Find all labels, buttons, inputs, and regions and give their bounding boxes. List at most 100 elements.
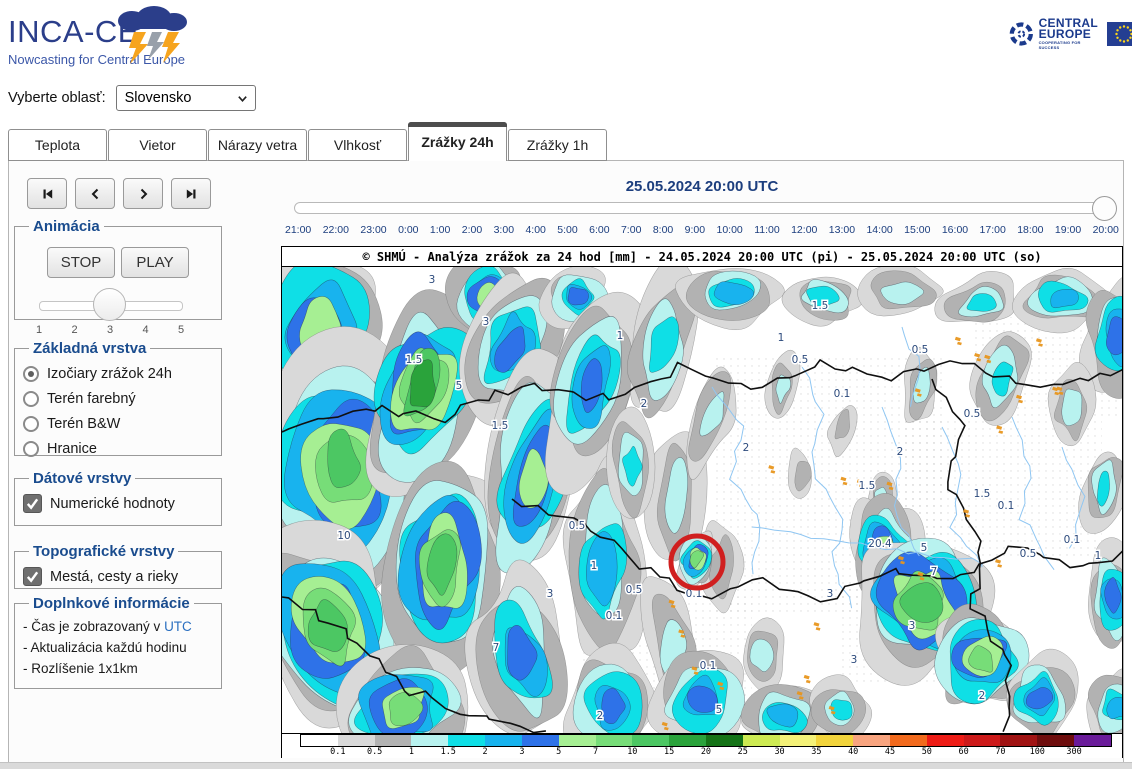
timeline-tick-8:00[interactable]: 8:00 — [653, 224, 673, 236]
scale-boundary-label: 15 — [664, 747, 674, 757]
stop-button[interactable]: STOP — [47, 247, 115, 278]
tab-6[interactable]: Zrážky 1h — [508, 129, 607, 161]
scale-cell-18: 60 — [927, 735, 964, 746]
timeline-tick-20:00[interactable]: 20:00 — [1093, 224, 1119, 236]
base-layer-option-label: Hranice — [47, 441, 97, 457]
speed-label-1: 1 — [36, 324, 42, 336]
map-value-label: 0.1 — [606, 610, 623, 622]
region-select[interactable]: Slovensko — [116, 85, 256, 111]
tab-2[interactable]: Vietor — [108, 129, 207, 161]
timeline-tick-21:00[interactable]: 21:00 — [285, 224, 311, 236]
tab-1[interactable]: Teplota — [8, 129, 107, 161]
timeline-tick-11:00[interactable]: 11:00 — [754, 224, 780, 236]
scale-cell-11: 20 — [669, 735, 706, 746]
map-value-label: 20.4 — [868, 538, 892, 550]
timeline-tick-22:00[interactable]: 22:00 — [323, 224, 349, 236]
partner-logos: CENTRALEUROPE COOPERATING FOR SUCCESS — [1008, 14, 1128, 54]
scale-boundary-label: 30 — [774, 747, 784, 757]
map-value-label: 2 — [897, 446, 904, 458]
base-layer-option-2[interactable]: Terén farebný — [23, 386, 213, 411]
topo-layer-option-label: Mestá, cesty a rieky — [50, 569, 178, 585]
scale-boundary-label: 40 — [848, 747, 858, 757]
map-value-label: 3 — [429, 274, 436, 286]
tab-5[interactable]: Zrážky 24h — [408, 122, 507, 161]
utc-link[interactable]: UTC — [164, 619, 192, 634]
bottom-scrollbar-strip[interactable] — [0, 762, 1132, 769]
timeline-tick-2:00[interactable]: 2:00 — [462, 224, 482, 236]
timeline-tick-10:00[interactable]: 10:00 — [717, 224, 743, 236]
radio-icon[interactable] — [23, 391, 39, 407]
eu-flag-icon — [1107, 22, 1132, 46]
ce-line2: EUROPE — [1039, 27, 1091, 41]
timeline-tick-16:00[interactable]: 16:00 — [942, 224, 968, 236]
region-select-value: Slovensko — [125, 90, 192, 106]
radio-icon[interactable] — [23, 441, 39, 457]
inca-ce-logo: INCA-CE Nowcasting for Central Europe — [8, 6, 288, 68]
timeline-tick-7:00[interactable]: 7:00 — [621, 224, 641, 236]
timeline-tick-5:00[interactable]: 5:00 — [557, 224, 577, 236]
timeline-tick-14:00[interactable]: 14:00 — [866, 224, 892, 236]
timeline-tick-18:00[interactable]: 18:00 — [1017, 224, 1043, 236]
base-layer-option-1[interactable]: Izočiary zrážok 24h — [23, 361, 213, 386]
timeline-tick-0:00[interactable]: 0:00 — [398, 224, 418, 236]
tab-4[interactable]: Vlhkosť — [308, 129, 407, 161]
timeline-tick-6:00[interactable]: 6:00 — [589, 224, 609, 236]
radio-icon[interactable] — [23, 416, 39, 432]
next-icon — [136, 187, 151, 201]
timeline-tick-17:00[interactable]: 17:00 — [980, 224, 1006, 236]
scale-boundary-label: 70 — [995, 747, 1005, 757]
base-layer-option-4[interactable]: Hranice — [23, 436, 213, 461]
timeline-tick-19:00[interactable]: 19:00 — [1055, 224, 1081, 236]
timeline-tick-9:00[interactable]: 9:00 — [685, 224, 705, 236]
timeline-tick-4:00[interactable]: 4:00 — [525, 224, 545, 236]
base-layer-option-3[interactable]: Terén B&W — [23, 411, 213, 436]
map-value-label: 7 — [493, 642, 500, 654]
timeline-slider-track[interactable] — [294, 202, 1104, 214]
info-panel: Doplnkové informácie - Čas je zobrazovan… — [14, 595, 222, 689]
timeline-tick-3:00[interactable]: 3:00 — [494, 224, 514, 236]
step-next-button[interactable] — [123, 178, 163, 209]
checkbox-icon[interactable] — [23, 494, 42, 513]
timeline-tick-labels: 21:00 22:00 23:00 0:00 1:00 2:00 3:00 4:00 5:00 6… — [285, 224, 1119, 236]
map-value-label: 1.5 — [974, 488, 991, 500]
timeline-tick-13:00[interactable]: 13:00 — [829, 224, 855, 236]
animation-speed-slider-handle[interactable] — [93, 288, 126, 321]
step-last-button[interactable] — [171, 178, 211, 209]
base-layer-legend: Základná vrstva — [29, 340, 150, 357]
map-value-label: 1.5 — [812, 300, 829, 312]
scale-cell-3: 1 — [375, 735, 412, 746]
scale-boundary-label: 300 — [1066, 747, 1081, 757]
timeline-tick-12:00[interactable]: 12:00 — [791, 224, 817, 236]
timeline-tick-15:00[interactable]: 15:00 — [904, 224, 930, 236]
scale-cell-19: 70 — [964, 735, 1001, 746]
info-line-time: - Čas je zobrazovaný v UTC — [23, 616, 213, 637]
map-value-label: 2 — [979, 690, 986, 702]
data-layer-option-1[interactable]: Numerické hodnoty — [23, 491, 213, 516]
map-value-label: 0.1 — [834, 388, 851, 400]
scale-cell-12: 25 — [706, 735, 743, 746]
info-legend: Doplnkové informácie — [29, 595, 194, 612]
checkbox-icon[interactable] — [23, 567, 42, 586]
radio-icon[interactable] — [23, 366, 39, 382]
play-button[interactable]: PLAY — [121, 247, 189, 278]
scale-boundary-label: 45 — [885, 747, 895, 757]
tab-3[interactable]: Nárazy vetra — [208, 129, 307, 161]
scale-cell-21: 300 — [1037, 735, 1074, 746]
speed-label-4: 4 — [142, 324, 148, 336]
timeline-tick-1:00[interactable]: 1:00 — [430, 224, 450, 236]
scale-cell-13: 30 — [743, 735, 780, 746]
map-value-label: 5 — [456, 380, 463, 392]
scale-cell-15: 40 — [816, 735, 853, 746]
step-first-button[interactable] — [27, 178, 67, 209]
precipitation-map[interactable]: © SHMÚ - Analýza zrážok za 24 hod [mm] -… — [281, 246, 1123, 758]
topo-layer-option-1[interactable]: Mestá, cesty a rieky — [23, 564, 213, 589]
map-value-label: 3 — [483, 316, 490, 328]
map-value-label: 7 — [931, 566, 938, 578]
last-icon — [184, 187, 199, 201]
step-prev-button[interactable] — [75, 178, 115, 209]
timeline-tick-23:00[interactable]: 23:00 — [360, 224, 386, 236]
app-root: INCA-CE Nowcasting for Central Europe CE… — [0, 0, 1132, 769]
map-value-label: 1 — [778, 332, 785, 344]
map-value-label: 0.5 — [964, 408, 981, 420]
timeline-slider-handle[interactable] — [1092, 196, 1117, 221]
